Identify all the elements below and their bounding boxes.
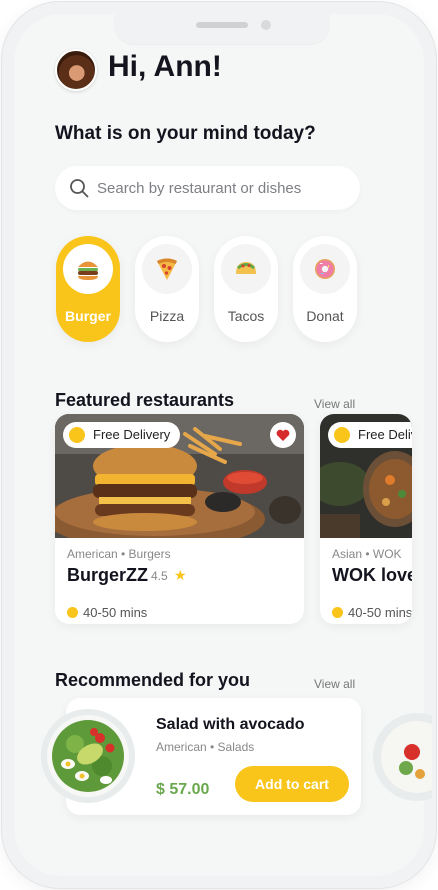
next-dish-image bbox=[373, 713, 432, 801]
delivery-time: 40-50 mins bbox=[83, 605, 148, 620]
add-to-cart-button[interactable]: Add to cart bbox=[235, 766, 349, 802]
phone-notch bbox=[114, 14, 330, 44]
category-label: Tacos bbox=[227, 308, 265, 324]
search-icon bbox=[70, 179, 89, 198]
featured-title: Featured restaurants bbox=[55, 390, 235, 410]
badge-label: Free Delivery bbox=[358, 427, 412, 442]
clock-icon bbox=[67, 607, 78, 618]
restaurant-name: BurgerZZ bbox=[67, 565, 148, 585]
recommended-view-all-link[interactable]: View all bbox=[314, 677, 355, 691]
delivery-time: 40-50 mins bbox=[348, 605, 412, 620]
salad-dish-image bbox=[41, 709, 135, 803]
category-label: Donat bbox=[306, 308, 344, 324]
heart-icon bbox=[276, 429, 290, 441]
restaurant-photo: Free Delivery bbox=[55, 414, 304, 538]
star-icon: ★ bbox=[174, 567, 187, 583]
dish-category: American • Salads bbox=[156, 740, 255, 754]
restaurant-category: Asian • WOK bbox=[332, 547, 402, 561]
burger-icon bbox=[78, 261, 98, 280]
camera-icon bbox=[261, 20, 271, 30]
prompt-question: What is on your mind today? bbox=[55, 123, 316, 144]
search-input[interactable] bbox=[97, 166, 347, 210]
search-bar[interactable] bbox=[55, 166, 360, 210]
pizza-icon bbox=[157, 258, 177, 280]
clock-icon bbox=[332, 607, 343, 618]
donut-icon bbox=[315, 259, 335, 279]
category-pizza[interactable]: Pizza bbox=[135, 236, 199, 342]
avatar[interactable] bbox=[55, 49, 97, 91]
free-delivery-badge: Free Delivery bbox=[63, 422, 181, 448]
greeting-title: Hi, Ann! bbox=[108, 50, 222, 83]
category-tacos[interactable]: Tacos bbox=[214, 236, 278, 342]
free-delivery-badge: Free Delivery bbox=[328, 422, 412, 448]
restaurant-category: American • Burgers bbox=[67, 547, 171, 561]
category-donat[interactable]: Donat bbox=[293, 236, 357, 342]
dish-title: Salad with avocado bbox=[156, 716, 305, 733]
category-label: Pizza bbox=[149, 308, 185, 324]
delivery-icon bbox=[334, 427, 350, 443]
category-label: Burger bbox=[65, 308, 111, 324]
restaurant-card-wok[interactable]: Free Delivery Asian • WOK WOK love 40-50… bbox=[320, 414, 412, 624]
restaurant-rating: 4.5 bbox=[151, 569, 168, 583]
category-burger[interactable]: Burger bbox=[56, 236, 120, 342]
badge-label: Free Delivery bbox=[93, 427, 171, 442]
delivery-icon bbox=[69, 427, 85, 443]
favorite-button[interactable] bbox=[270, 422, 296, 448]
tacos-icon bbox=[236, 262, 256, 274]
restaurant-card-burgerzz[interactable]: Free Delivery American • Burgers BurgerZ… bbox=[55, 414, 304, 624]
featured-view-all-link[interactable]: View all bbox=[314, 397, 355, 411]
dish-price: $ 57.00 bbox=[156, 781, 210, 798]
restaurant-name: WOK love bbox=[332, 565, 412, 585]
restaurant-photo: Free Delivery bbox=[320, 414, 412, 538]
speaker-icon bbox=[196, 22, 248, 28]
recommended-title: Recommended for you bbox=[55, 670, 251, 690]
